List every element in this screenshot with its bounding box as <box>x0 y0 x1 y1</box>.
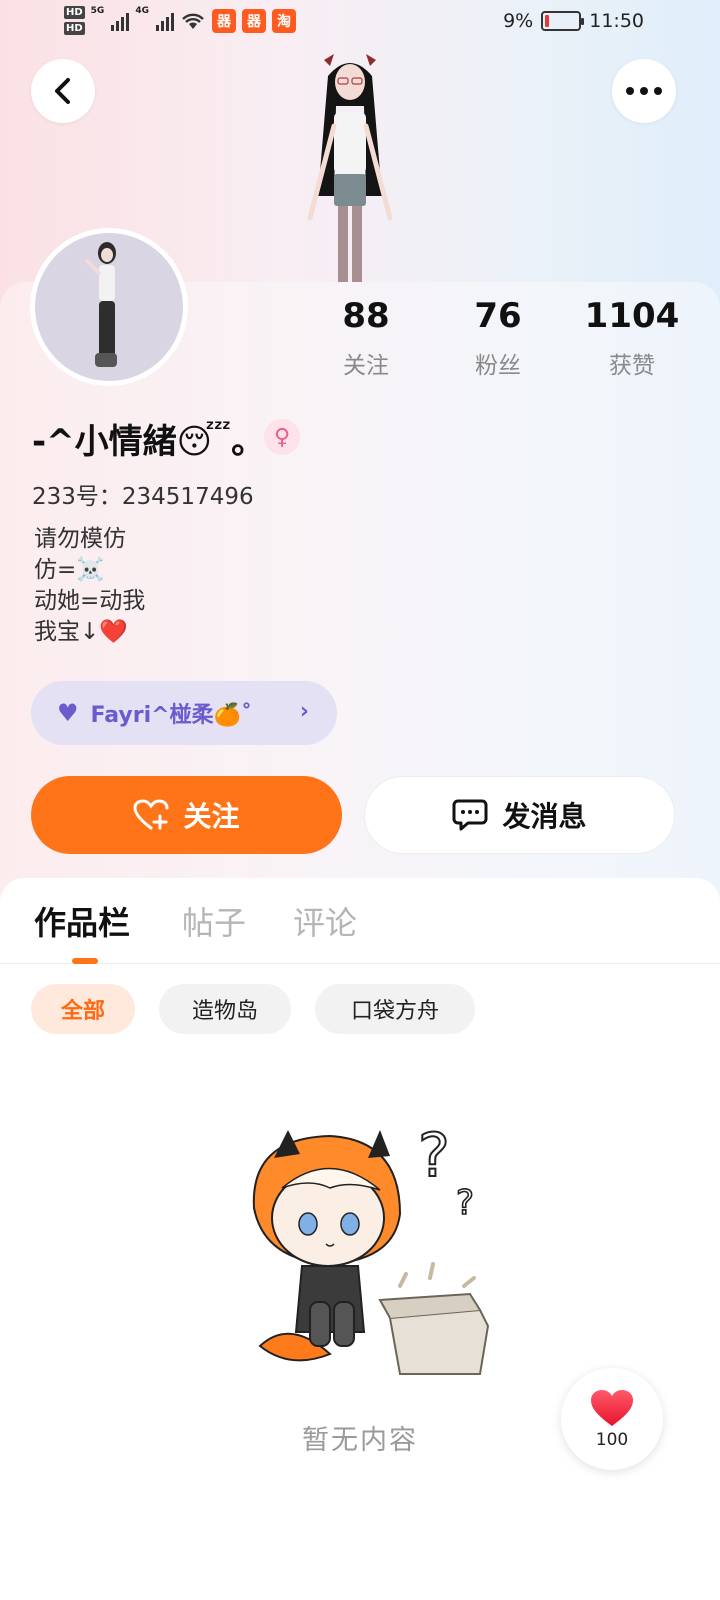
send-message-button[interactable]: 发消息 <box>364 776 675 854</box>
app-notification-icon: 器 <box>241 8 266 33</box>
stat-following[interactable]: 88 关注 <box>306 296 426 380</box>
stat-fans[interactable]: 76 粉丝 <box>438 296 558 380</box>
tab-comments[interactable]: 评论 <box>293 898 357 944</box>
signal-icon <box>155 11 174 31</box>
network-type-1: 5G <box>90 6 105 16</box>
taobao-notification-icon: 淘 <box>271 8 296 33</box>
bio-line: 动她=动我 <box>34 588 146 614</box>
heart-plus-icon <box>133 799 169 830</box>
filter-pocket-ark[interactable]: 口袋方舟 <box>315 984 475 1034</box>
filter-all[interactable]: 全部 <box>31 984 135 1034</box>
tab-bar: 作品栏 帖子 评论 <box>0 878 720 964</box>
more-options-button[interactable] <box>612 59 676 123</box>
app-notification-icon: 器 <box>211 8 236 33</box>
fan-badge-label: Fayri^椪柔🍊˚ <box>90 703 252 728</box>
bio-line: 仿=☠️ <box>34 557 105 583</box>
female-gender-icon: ♀ <box>264 419 300 455</box>
content-section: 作品栏 帖子 评论 全部 造物岛 口袋方舟 ? ? 暂无内容 <box>0 878 720 1600</box>
clock: 11:50 <box>589 10 644 32</box>
network-type-2: 4G <box>135 6 149 16</box>
like-floating-button[interactable]: 100 <box>561 1368 663 1470</box>
bio-line: 我宝↓❤️ <box>34 619 128 645</box>
battery-percent: 9% <box>503 10 534 32</box>
bio: 请勿模仿 仿=☠️ 动她=动我 我宝↓❤️ <box>34 524 145 648</box>
follow-button-label: 关注 <box>183 800 240 833</box>
battery-icon <box>541 11 585 31</box>
like-count: 100 <box>595 1430 629 1450</box>
avatar-figure <box>85 242 117 367</box>
fan-badge-button[interactable]: ♥ Fayri^椪柔🍊˚ › <box>31 681 337 745</box>
stat-likes[interactable]: 1104 获赞 <box>572 296 692 380</box>
tab-posts[interactable]: 帖子 <box>182 898 246 944</box>
chat-bubble-icon <box>452 799 488 831</box>
tab-works[interactable]: 作品栏 <box>34 898 130 944</box>
signal-icon <box>111 11 130 31</box>
avatar[interactable] <box>30 228 188 386</box>
chevron-right-icon: › <box>299 699 309 724</box>
send-message-label: 发消息 <box>502 800 587 833</box>
follow-button[interactable]: 关注 <box>31 776 342 854</box>
heart-icon: ♥ <box>57 699 79 727</box>
more-dots-icon <box>626 87 662 95</box>
username: -^小情緒😴。 <box>32 422 266 462</box>
filter-creation-island[interactable]: 造物岛 <box>159 984 291 1034</box>
wifi-icon <box>182 13 204 29</box>
bio-line: 请勿模仿 <box>34 526 126 552</box>
active-tab-indicator <box>72 958 98 964</box>
svg-text:?: ? <box>456 1183 474 1223</box>
empty-state-illustration: ? ? <box>252 1120 490 1375</box>
svg-text:?: ? <box>418 1121 450 1191</box>
user-id: 233号：234517496 <box>32 484 254 510</box>
status-bar: HD HD 5G 4G 器 器 淘 9% 11:50 <box>0 0 720 46</box>
chevron-left-icon <box>55 78 70 104</box>
back-button[interactable] <box>31 59 95 123</box>
hd-indicator: HD HD <box>64 6 85 35</box>
heart-icon <box>591 1390 633 1426</box>
avatar-character-figure <box>307 54 393 282</box>
